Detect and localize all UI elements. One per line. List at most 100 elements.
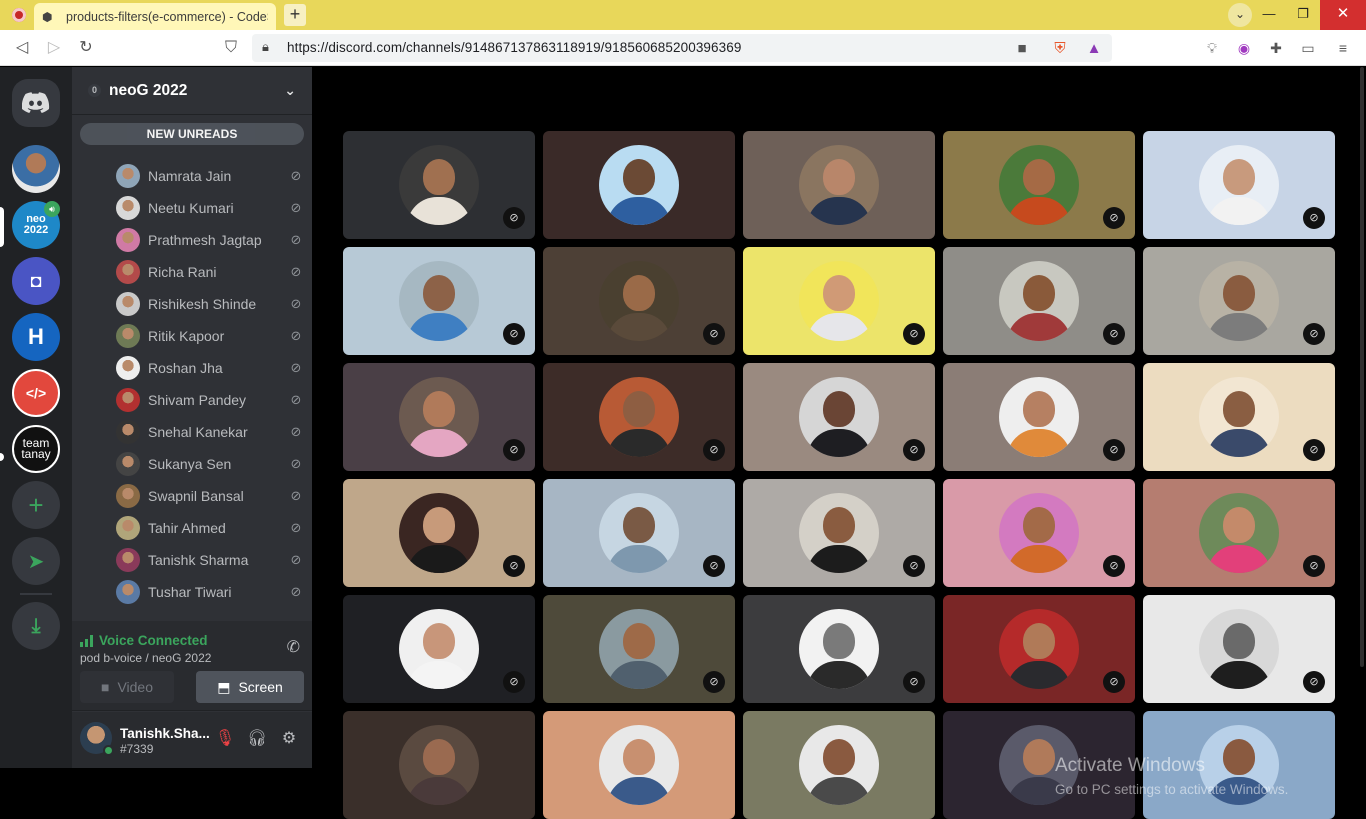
member-avatar <box>116 452 140 476</box>
voice-member[interactable]: Rishikesh Shinde ⊘ <box>116 290 304 318</box>
voice-member[interactable]: Shivam Pandey ⊘ <box>116 386 304 414</box>
guild-avatar-icon[interactable] <box>12 145 60 193</box>
video-tile[interactable]: ⊘ <box>543 595 735 703</box>
voice-member[interactable]: Sukanya Sen ⊘ <box>116 450 304 478</box>
new-unreads-banner[interactable]: NEW UNREADS <box>80 123 304 145</box>
add-server-icon[interactable]: + <box>12 481 60 529</box>
video-tile[interactable]: ⊘ <box>943 595 1135 703</box>
forward-icon[interactable]: ▷ <box>42 36 66 60</box>
extensions-puzzle-icon[interactable]: ✚ <box>1267 39 1285 57</box>
video-tile[interactable]: ⊘ <box>343 479 535 587</box>
member-avatar <box>116 228 140 252</box>
voice-status[interactable]: Voice Connected <box>80 633 208 648</box>
minimize-button[interactable]: — <box>1252 0 1286 30</box>
voice-member[interactable]: Swapnil Bansal ⊘ <box>116 482 304 510</box>
video-tile[interactable] <box>743 711 935 819</box>
video-tile[interactable]: ⊘ <box>1143 131 1335 239</box>
voice-member[interactable]: Snehal Kanekar ⊘ <box>116 418 304 446</box>
mute-microphone-icon[interactable]: 🎙︎ <box>214 728 236 750</box>
voice-member[interactable]: Tushar Tiwari ⊘ <box>116 578 304 606</box>
video-tile[interactable]: ⊘ <box>943 363 1135 471</box>
video-tile[interactable]: ⊘ <box>743 363 935 471</box>
avatar-body <box>407 777 471 805</box>
video-tile[interactable]: ⊘ <box>1143 479 1335 587</box>
guild-3-icon[interactable]: ◘ <box>12 257 60 305</box>
reload-icon[interactable]: ↻ <box>74 36 98 60</box>
muted-microphone-icon: ⊘ <box>290 200 302 215</box>
video-tile[interactable]: ⊘ <box>943 247 1135 355</box>
headphones-icon[interactable]: 🎧︎ <box>246 728 268 750</box>
video-tile[interactable]: ⊘ <box>1143 595 1335 703</box>
voice-member[interactable]: Namrata Jain ⊘ <box>116 162 304 190</box>
video-tile[interactable] <box>543 711 735 819</box>
tab-search-button[interactable]: ⌄ <box>1228 3 1252 27</box>
video-tile[interactable]: ⊘ <box>343 595 535 703</box>
brave-shield-icon[interactable]: ⛨ <box>1050 40 1070 57</box>
voice-member[interactable]: Tanishk Sharma ⊘ <box>116 546 304 574</box>
video-tile[interactable] <box>343 711 535 819</box>
address-bar[interactable]: 🔒︎ https://discord.com/channels/91486713… <box>252 34 1112 62</box>
video-tile[interactable]: ⊘ <box>1143 363 1335 471</box>
muted-microphone-icon: ⊘ <box>1303 439 1325 461</box>
video-tile[interactable]: ⊘ <box>743 595 935 703</box>
voice-member[interactable]: Ritik Kapoor ⊘ <box>116 322 304 350</box>
video-tile[interactable]: ⊘ <box>543 479 735 587</box>
video-tile[interactable]: ⊘ <box>743 247 935 355</box>
screen-share-button[interactable]: ⬒ Screen <box>196 671 304 703</box>
new-tab-button[interactable]: + <box>284 4 306 26</box>
close-window-button[interactable]: ✕ <box>1320 0 1366 30</box>
video-tile[interactable]: ⊘ <box>943 479 1135 587</box>
video-tile[interactable] <box>543 131 735 239</box>
video-tile[interactable]: ⊘ <box>743 479 935 587</box>
video-tile[interactable]: ⊘ <box>343 363 535 471</box>
avatar-body <box>407 197 471 225</box>
video-tile[interactable]: ⊘ <box>943 131 1135 239</box>
menu-icon[interactable]: ≡ <box>1334 39 1352 57</box>
url-text[interactable]: https://discord.com/channels/91486713786… <box>287 40 741 55</box>
browser-tab[interactable]: ⬢ products-filters(e-commerce) - CodeS <box>34 3 276 30</box>
avatar-head <box>423 275 455 311</box>
brave-rewards-icon[interactable]: ▲ <box>1084 40 1104 57</box>
participant-avatar <box>799 145 879 225</box>
muted-microphone-icon: ⊘ <box>903 323 925 345</box>
participant-avatar <box>1199 493 1279 573</box>
discord-home-icon[interactable] <box>12 79 60 127</box>
guild-kevin-powell-icon[interactable]: </> <box>12 369 60 417</box>
voice-channel-name[interactable]: pod b-voice / neoG 2022 <box>80 651 211 665</box>
maximize-button[interactable]: ❐ <box>1286 0 1320 30</box>
wallet-icon[interactable]: ▭ <box>1299 39 1317 57</box>
video-tile[interactable]: ⊘ <box>343 247 535 355</box>
guild-team-tanay-icon[interactable]: team tanay <box>12 425 60 473</box>
avatar-head <box>823 739 855 775</box>
video-tile[interactable] <box>743 131 935 239</box>
scrollbar[interactable] <box>1360 67 1364 667</box>
video-tile[interactable]: ⊘ <box>543 363 735 471</box>
guild-4-icon[interactable]: H <box>12 313 60 361</box>
voice-member[interactable]: Neetu Kumari ⊘ <box>116 194 304 222</box>
participant-avatar <box>999 609 1079 689</box>
voice-member[interactable]: Prathmesh Jagtap ⊘ <box>116 226 304 254</box>
video-tile[interactable]: ⊘ <box>543 247 735 355</box>
video-tile[interactable]: ⊘ <box>343 131 535 239</box>
voice-member[interactable]: Tahir Ahmed ⊘ <box>116 514 304 542</box>
disconnect-icon[interactable]: ✆ <box>287 637 300 657</box>
bookmark-icon[interactable]: ⛉ <box>219 36 243 60</box>
username: Tanishk.Sha... <box>120 726 210 741</box>
video-tile[interactable]: ⊘ <box>1143 247 1335 355</box>
camera-icon[interactable]: ■ <box>1012 40 1032 57</box>
back-icon[interactable]: ◁ <box>10 36 34 60</box>
extension-bulb-icon[interactable]: 💡︎ <box>1203 39 1221 57</box>
member-avatar <box>116 548 140 572</box>
video-button[interactable]: ■ Video <box>80 671 174 703</box>
settings-gear-icon[interactable]: ⚙ <box>278 728 300 750</box>
server-header[interactable]: 0 neoG 2022 ⌄ <box>72 67 312 115</box>
member-avatar <box>116 292 140 316</box>
explore-compass-icon[interactable]: ➤ <box>12 537 60 585</box>
extension-color-icon[interactable]: ◉ <box>1235 39 1253 57</box>
participant-avatar <box>399 609 479 689</box>
participant-avatar <box>599 261 679 341</box>
member-avatar <box>116 164 140 188</box>
voice-member[interactable]: Roshan Jha ⊘ <box>116 354 304 382</box>
voice-member[interactable]: Richa Rani ⊘ <box>116 258 304 286</box>
download-apps-icon[interactable]: ⤓ <box>12 602 60 650</box>
